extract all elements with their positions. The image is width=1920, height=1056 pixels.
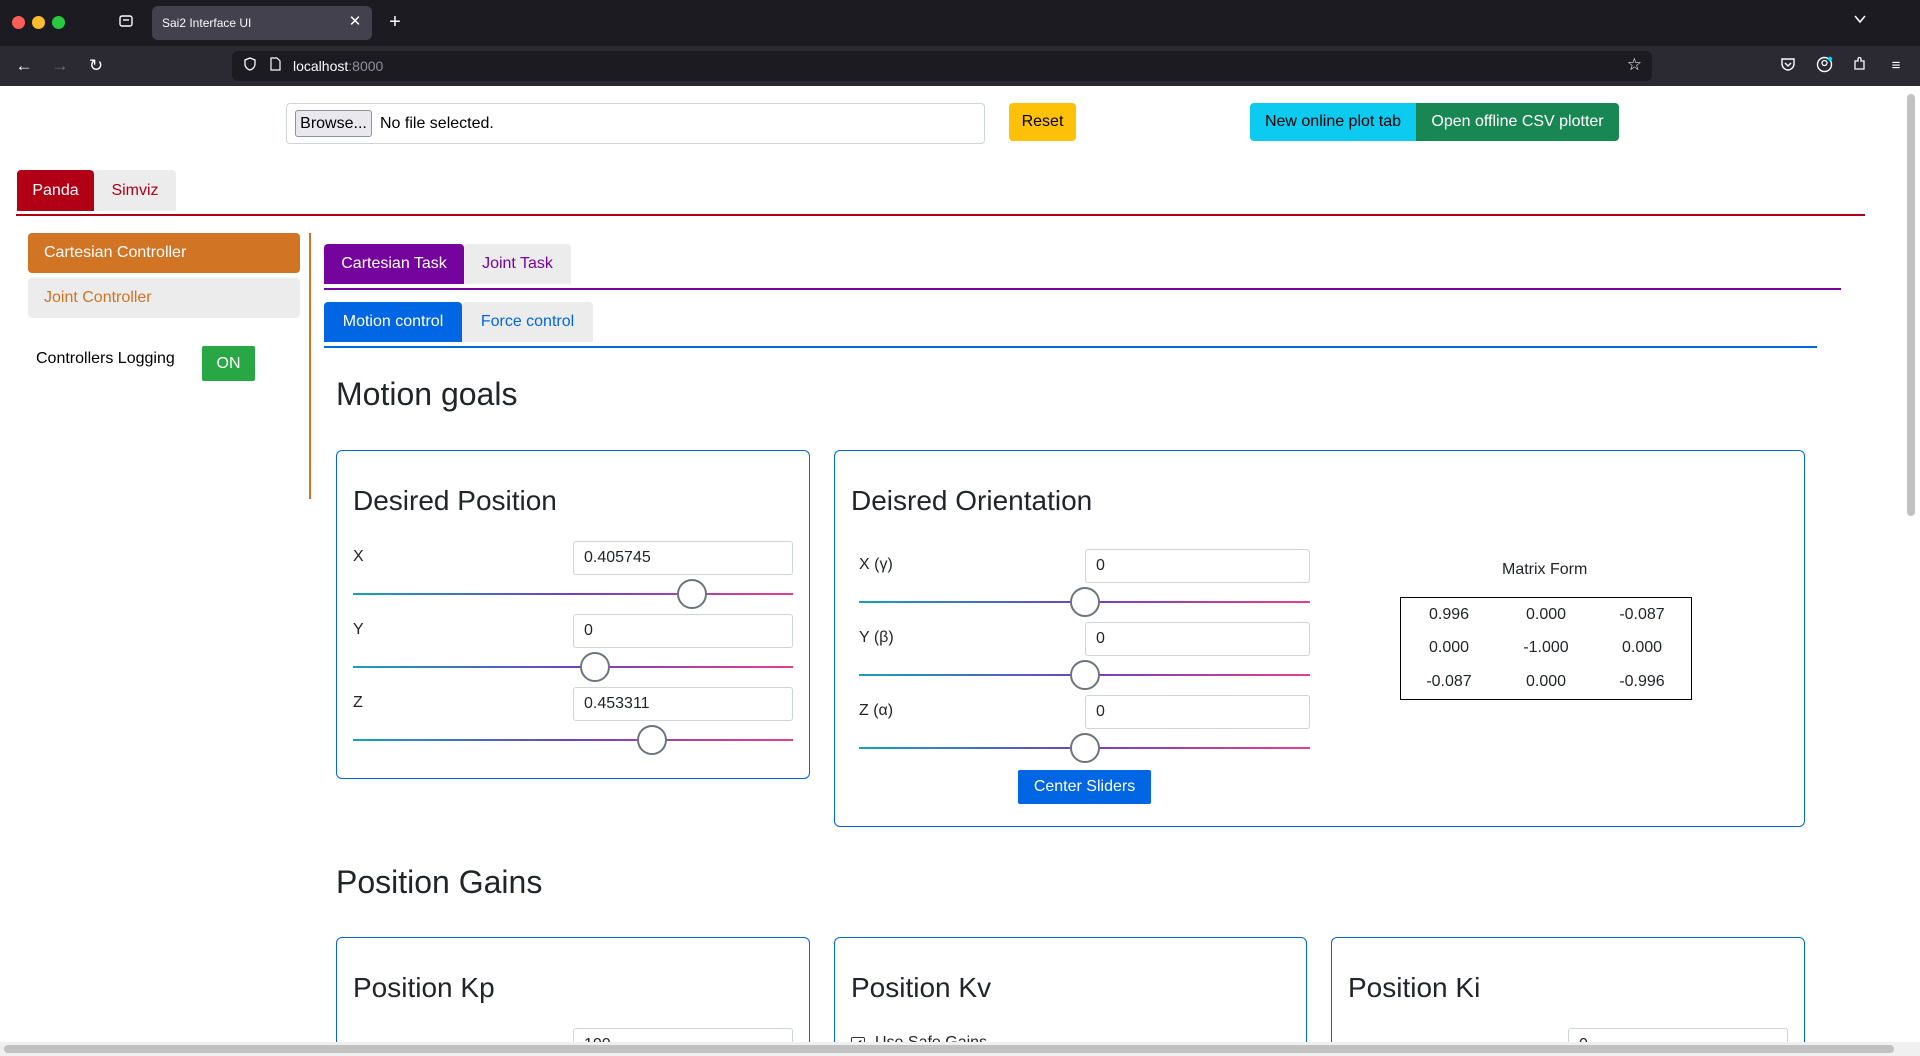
desired-position-card: Desired Position X 0.405745 Y 0 Z 0.4533… — [336, 450, 810, 779]
position-kp-title: Position Kp — [353, 972, 495, 1003]
controllers-logging-toggle[interactable]: ON — [202, 346, 255, 381]
horizontal-scrollbar[interactable] — [0, 1042, 1920, 1056]
position-gains-heading: Position Gains — [336, 864, 543, 900]
orientation-z-label: Z (α) — [859, 702, 894, 719]
orientation-y-label: Y (β) — [859, 629, 894, 646]
hamburger-menu-icon[interactable]: ≡ — [1886, 56, 1906, 76]
orientation-x-label: X (γ) — [859, 556, 893, 573]
browser-nav-bar: ← → ↻ localhost:8000 ☆ ≡ — [0, 46, 1920, 86]
task-tabs-divider — [324, 288, 1841, 290]
position-x-slider-thumb[interactable] — [676, 579, 707, 609]
motion-goals-heading: Motion goals — [336, 376, 518, 412]
position-kp-input[interactable]: 100 — [573, 1028, 793, 1042]
url-port: :8000 — [348, 58, 384, 74]
orientation-x-input[interactable]: 0 — [1085, 549, 1310, 583]
browser-tab-bar: Sai2 Interface UI ✕ + — [0, 0, 1920, 46]
orientation-z-input[interactable]: 0 — [1085, 695, 1310, 729]
desired-orientation-title: Deisred Orientation — [851, 485, 1093, 516]
page-icon[interactable] — [268, 57, 282, 75]
position-kp-card: Position Kp ... 100 — [336, 937, 810, 1042]
chevron-down-icon[interactable] — [1850, 12, 1870, 32]
reset-button[interactable]: Reset — [1009, 103, 1076, 141]
position-x-input[interactable]: 0.405745 — [573, 541, 793, 575]
matrix-cell: 0.000 — [1525, 606, 1567, 623]
sidebar-item-cartesian-controller[interactable]: Cartesian Controller — [28, 233, 300, 273]
file-input[interactable]: Browse... No file selected. — [286, 103, 985, 144]
browser-tab-title: Sai2 Interface UI — [162, 16, 252, 30]
matrix-form-title: Matrix Form — [1502, 561, 1588, 578]
matrix-cell: -0.087 — [1619, 606, 1665, 623]
file-status: No file selected. — [380, 115, 494, 132]
reload-icon[interactable]: ↻ — [84, 54, 108, 78]
puzzle-icon[interactable] — [1850, 56, 1870, 76]
close-icon[interactable]: ✕ — [346, 13, 364, 31]
position-x-slider[interactable] — [353, 593, 793, 595]
new-online-plot-tab-button[interactable]: New online plot tab — [1250, 103, 1416, 141]
position-kv-title: Position Kv — [851, 972, 992, 1003]
browser-chrome: Sai2 Interface UI ✕ + ← → ↻ localhost:80… — [0, 0, 1920, 86]
position-y-label: Y — [353, 621, 364, 638]
url-text: localhost:8000 — [293, 58, 383, 74]
position-ki-title: Position Ki — [1348, 972, 1481, 1003]
horizontal-scrollbar-thumb[interactable] — [4, 1045, 1894, 1053]
page-content: Browse... No file selected. Reset New on… — [0, 86, 1920, 1042]
position-y-slider-thumb[interactable] — [580, 652, 610, 682]
robot-tabs-divider — [16, 214, 1865, 216]
browser-tab[interactable]: Sai2 Interface UI ✕ — [152, 6, 372, 40]
tab-force-control[interactable]: Force control — [462, 302, 593, 342]
url-host: localhost — [293, 58, 349, 74]
position-x-label: X — [353, 548, 364, 565]
center-sliders-button[interactable]: Center Sliders — [1018, 770, 1151, 804]
pocket-icon[interactable] — [1778, 56, 1798, 76]
window-minimize-button[interactable] — [32, 16, 45, 29]
position-z-input[interactable]: 0.453311 — [573, 687, 793, 721]
desired-position-title: Desired Position — [353, 485, 557, 516]
tab-simviz[interactable]: Simviz — [94, 170, 176, 211]
url-bar[interactable]: localhost:8000 ☆ — [232, 51, 1652, 81]
matrix-cell: 0.000 — [1525, 673, 1567, 690]
window-close-button[interactable] — [12, 16, 25, 29]
account-icon[interactable] — [1814, 56, 1834, 76]
position-ki-input[interactable]: 0 — [1568, 1028, 1788, 1042]
tab-motion-control[interactable]: Motion control — [324, 302, 462, 342]
position-y-slider[interactable] — [353, 666, 793, 668]
open-offline-csv-plotter-button[interactable]: Open offline CSV plotter — [1416, 103, 1619, 141]
browse-button[interactable]: Browse... — [295, 110, 372, 137]
arrow-right-icon[interactable]: → — [48, 54, 72, 78]
arrow-left-icon[interactable]: ← — [12, 54, 36, 78]
orientation-y-input[interactable]: 0 — [1085, 622, 1310, 656]
position-kp-label: ... — [353, 1034, 366, 1042]
tab-cartesian-task[interactable]: Cartesian Task — [324, 244, 464, 284]
orientation-matrix: 0.996 0.000 -0.087 0.000 -1.000 0.000 -0… — [1400, 597, 1692, 700]
orientation-y-slider-thumb[interactable] — [1069, 660, 1100, 690]
plus-icon[interactable]: + — [384, 11, 406, 33]
position-ki-card: Position Ki ... 0 — [1331, 937, 1805, 1042]
mode-tabs-divider — [324, 346, 1817, 348]
matrix-cell: 0.000 — [1428, 639, 1470, 656]
matrix-cell: -0.996 — [1619, 673, 1665, 690]
position-ki-label: ... — [1348, 1034, 1361, 1042]
controllers-logging-label: Controllers Logging — [36, 350, 175, 367]
tab-panda[interactable]: Panda — [17, 170, 94, 211]
position-z-slider[interactable] — [353, 739, 793, 741]
vertical-scrollbar[interactable] — [1907, 94, 1915, 516]
position-z-label: Z — [353, 694, 363, 711]
window-zoom-button[interactable] — [52, 16, 65, 29]
position-kv-card: Position Kv ✔ Use Safe Gains — [834, 937, 1307, 1042]
tab-list-icon[interactable] — [116, 13, 136, 33]
position-y-input[interactable]: 0 — [573, 614, 793, 648]
use-safe-gains-label: Use Safe Gains — [875, 1034, 987, 1042]
sidebar-item-joint-controller[interactable]: Joint Controller — [28, 278, 300, 318]
position-z-slider-thumb[interactable] — [637, 725, 668, 755]
star-icon[interactable]: ☆ — [1627, 55, 1642, 75]
orientation-z-slider-thumb[interactable] — [1069, 733, 1100, 763]
matrix-cell: 0.000 — [1621, 639, 1663, 656]
matrix-cell: 0.996 — [1428, 606, 1470, 623]
sidebar-divider — [309, 233, 311, 499]
matrix-cell: -1.000 — [1523, 639, 1569, 656]
orientation-x-slider-thumb[interactable] — [1069, 587, 1100, 617]
matrix-cell: -0.087 — [1426, 673, 1472, 690]
shield-icon[interactable] — [242, 57, 258, 75]
tab-joint-task[interactable]: Joint Task — [464, 244, 571, 284]
